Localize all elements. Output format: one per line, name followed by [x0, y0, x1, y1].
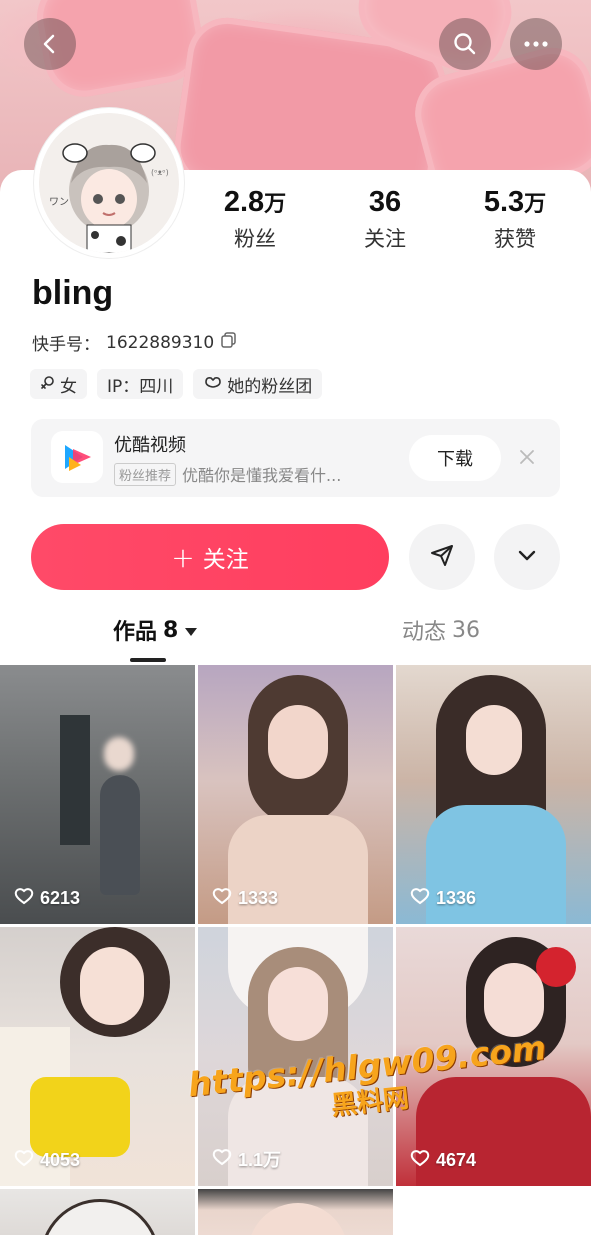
expand-button[interactable] [494, 524, 560, 590]
user-id-label: 快手号： [32, 335, 100, 355]
user-id-row: 快手号： 1622889310 [32, 330, 238, 355]
profile-name: bling [32, 274, 114, 312]
avatar-illustration: ワン (ᵒᴥᵒ) [39, 113, 179, 253]
work-likes-count: 6213 [40, 888, 81, 908]
female-icon [40, 374, 56, 395]
ad-title: 优酷视频 [114, 435, 186, 456]
plus-icon: + [171, 540, 195, 574]
work-likes: 1336 [410, 887, 476, 910]
stat-following-number: 36 [368, 186, 402, 218]
stat-likes-unit: 万 [524, 191, 547, 216]
active-tab-indicator [130, 658, 166, 662]
work-thumbnail[interactable]: 1336 [396, 665, 591, 924]
stat-fans-unit: 万 [264, 191, 287, 216]
work-likes-count: 1.1万 [238, 1150, 282, 1170]
more-button[interactable] [510, 18, 562, 70]
work-thumbnail[interactable]: 4053 [0, 927, 195, 1186]
work-likes: 1333 [212, 887, 278, 910]
stat-fans-number: 2.8 [223, 186, 265, 218]
back-button[interactable] [24, 18, 76, 70]
user-id-value: 1622889310 [106, 332, 215, 353]
ad-card[interactable]: 优酷视频 粉丝推荐 优酷你是懂我爱看什... 下载 [31, 419, 560, 497]
heart-outline-icon [203, 374, 223, 394]
chevron-left-icon [38, 32, 62, 56]
heart-icon [14, 1149, 34, 1172]
work-likes-count: 4053 [40, 1150, 81, 1170]
tag-gender: 女 [30, 369, 87, 399]
stat-following[interactable]: 36 关注 [320, 186, 450, 253]
heart-icon [212, 887, 232, 910]
send-icon [429, 542, 455, 572]
stat-likes[interactable]: 5.3万 获赞 [450, 186, 580, 253]
stat-fans[interactable]: 2.8万 粉丝 [190, 186, 320, 253]
tab-works-label: 作品 [113, 620, 158, 645]
work-likes: 4053 [14, 1149, 80, 1172]
ad-badge: 粉丝推荐 [114, 462, 177, 486]
tab-works[interactable]: 作品 8 [113, 614, 198, 646]
ad-subtitle: 优酷你是懂我爱看什... [182, 466, 342, 485]
more-dots-icon [523, 40, 549, 48]
svg-text:ワン: ワン [49, 197, 69, 208]
close-icon[interactable] [513, 443, 541, 471]
heart-icon [14, 887, 34, 910]
caret-down-icon [184, 618, 198, 643]
profile-tags: 女 IP：四川 她的粉丝团 [30, 369, 323, 399]
chevron-down-icon [515, 543, 539, 571]
stat-likes-number: 5.3 [483, 186, 525, 218]
profile-stats: 2.8万 粉丝 36 关注 5.3万 获赞 [190, 186, 580, 253]
tag-ip: IP：四川 [97, 369, 184, 399]
tag-gender-label: 女 [60, 376, 77, 397]
follow-button[interactable]: + 关注 [31, 524, 389, 590]
work-likes-count: 1336 [436, 888, 477, 908]
search-button[interactable] [439, 18, 491, 70]
stat-fans-label: 粉丝 [234, 227, 276, 251]
work-likes: 6213 [14, 887, 80, 910]
follow-label: 关注 [202, 547, 249, 573]
heart-icon [410, 1149, 430, 1172]
work-thumbnail[interactable]: 6213 [0, 665, 195, 924]
works-grid: 6213 1333 1336 4053 1.1万 4674 [0, 665, 591, 1235]
tag-fan-group-label: 她的粉丝团 [227, 376, 313, 397]
tab-works-count: 8 [163, 617, 179, 643]
work-thumbnail[interactable]: 1333 [198, 665, 393, 924]
message-button[interactable] [409, 524, 475, 590]
tab-moments[interactable]: 动态 36 [402, 614, 480, 646]
work-thumbnail[interactable] [0, 1189, 195, 1235]
work-likes: 4674 [410, 1149, 476, 1172]
search-icon [452, 31, 478, 57]
tag-fan-group[interactable]: 她的粉丝团 [193, 369, 323, 399]
copy-icon[interactable] [220, 331, 238, 354]
heart-icon [410, 887, 430, 910]
work-likes-count: 4674 [436, 1150, 477, 1170]
youku-logo-icon [51, 431, 103, 483]
work-thumbnail[interactable] [198, 1189, 393, 1235]
ad-subtitle-row: 粉丝推荐 优酷你是懂我爱看什... [114, 462, 341, 486]
tab-moments-label: 动态 [402, 620, 447, 645]
profile-tabs: 作品 8 动态 36 [0, 614, 591, 660]
avatar[interactable]: ワン (ᵒᴥᵒ) [34, 108, 184, 258]
stat-following-label: 关注 [364, 227, 406, 251]
ad-download-button[interactable]: 下载 [409, 435, 501, 481]
tag-ip-label: IP：四川 [107, 376, 174, 397]
tab-moments-count: 36 [452, 617, 481, 643]
stat-likes-label: 获赞 [494, 227, 536, 251]
work-likes-count: 1333 [238, 888, 279, 908]
svg-text:(ᵒᴥᵒ): (ᵒᴥᵒ) [151, 168, 169, 177]
